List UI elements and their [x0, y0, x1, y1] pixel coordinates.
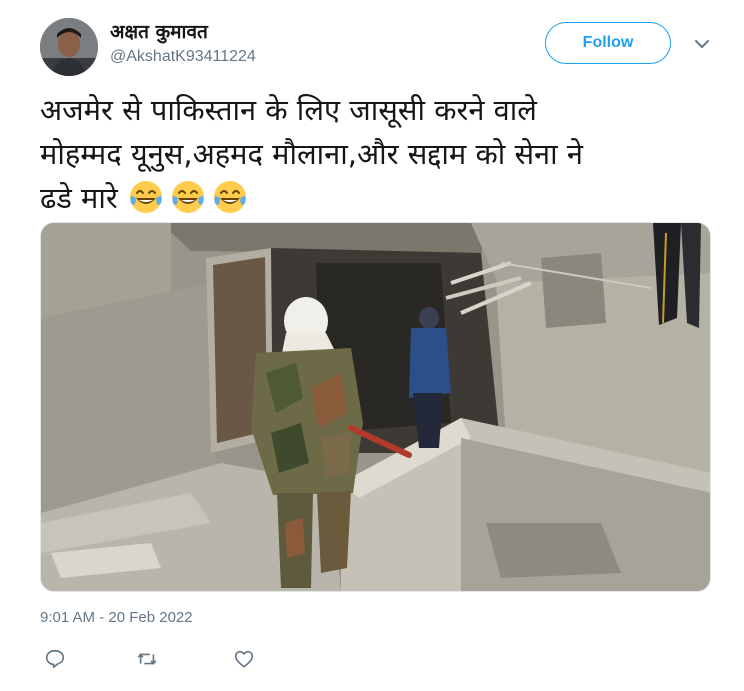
- reply-icon[interactable]: [44, 648, 66, 670]
- avatar[interactable]: [40, 18, 98, 76]
- author-handle[interactable]: @AkshatK93411224: [110, 48, 256, 66]
- heart-icon[interactable]: [233, 648, 255, 670]
- tweet-text-line-2: मोहम्मद यूनुस,अहमद मौलाना,और सद्दाम को स…: [40, 137, 583, 171]
- laughing-tears-emoji-icon: [214, 181, 246, 213]
- laughing-tears-emoji-icon: [130, 181, 162, 213]
- author-name[interactable]: अक्षत कुमावत: [110, 18, 208, 44]
- tweet-text-line-3: ढडे मारे: [40, 176, 720, 220]
- tweet-text: अजमेर से पाकिस्तान के लिए जासूसी करने वा…: [40, 88, 720, 220]
- laughing-tears-emoji-icon: [172, 181, 204, 213]
- tweet-media-image[interactable]: [40, 222, 711, 592]
- follow-button[interactable]: Follow: [545, 22, 671, 64]
- emoji-group: [127, 181, 253, 215]
- retweet-icon[interactable]: [136, 648, 158, 670]
- tweet-timestamp[interactable]: 9:01 AM - 20 Feb 2022: [40, 609, 193, 626]
- tweet-text-line-3-text: ढडे मारे: [40, 181, 118, 215]
- tweet-text-line-1: अजमेर से पाकिस्तान के लिए जासूसी करने वा…: [40, 93, 537, 127]
- chevron-down-icon[interactable]: [692, 34, 712, 54]
